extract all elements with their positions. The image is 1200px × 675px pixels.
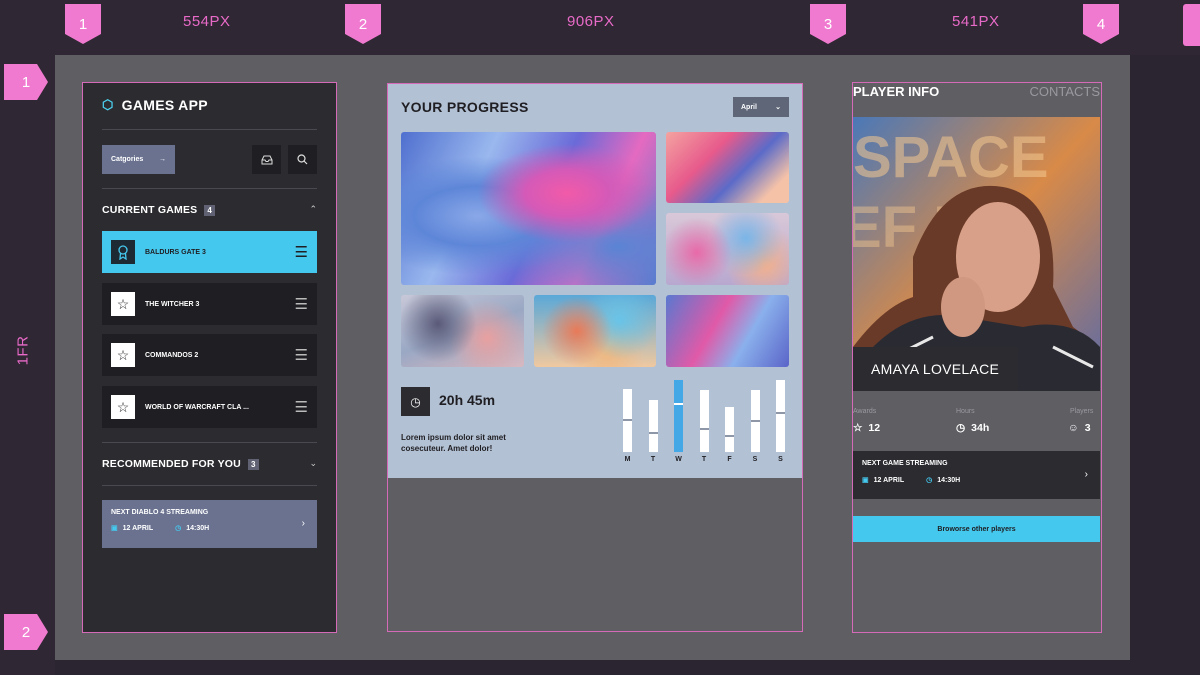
column-marker-edge xyxy=(1183,4,1200,46)
column-ruler: 1 554PX 2 906PX 3 541PX 4 xyxy=(0,0,1200,55)
canvas-bottom-edge xyxy=(55,660,1130,675)
column-guide-2 xyxy=(387,83,803,632)
column-width-label-2: 906PX xyxy=(567,13,615,30)
row-ruler: 1 1FR 2 xyxy=(0,55,55,675)
row-marker-2: 2 xyxy=(4,614,48,650)
canvas-right-edge xyxy=(1130,55,1200,675)
column-marker-1: 1 xyxy=(65,4,101,44)
row-height-label: 1FR xyxy=(14,335,32,366)
column-width-label-3: 541PX xyxy=(952,13,1000,30)
column-marker-2: 2 xyxy=(345,4,381,44)
row-marker-1: 1 xyxy=(4,64,48,100)
column-guide-1 xyxy=(82,82,337,633)
column-marker-4: 4 xyxy=(1083,4,1119,44)
column-guide-3 xyxy=(852,82,1102,633)
column-marker-3: 3 xyxy=(810,4,846,44)
column-width-label-1: 554PX xyxy=(183,13,231,30)
